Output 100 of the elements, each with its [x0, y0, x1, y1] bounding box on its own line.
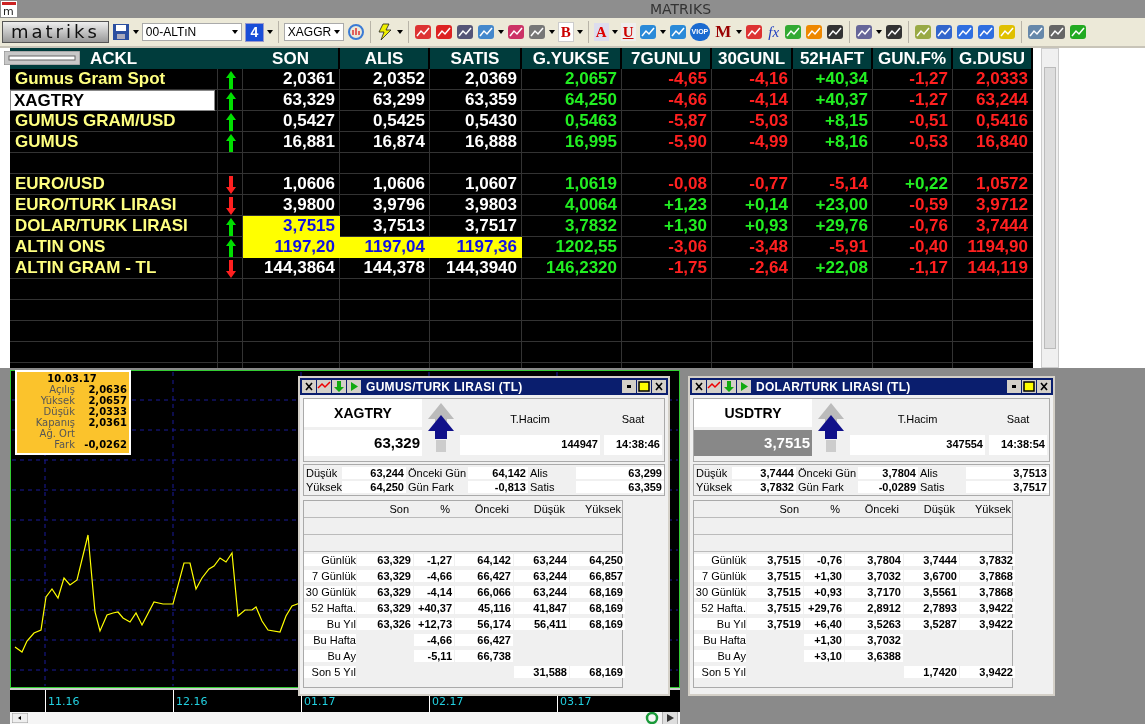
close-icon[interactable]	[692, 380, 706, 393]
table-cell-text: 16,881	[282, 132, 336, 153]
symbol-input[interactable]: XAGTRY	[10, 90, 215, 111]
axis-label: 11.16	[48, 695, 80, 708]
tooltip-label: Ağ. Ort	[39, 428, 75, 439]
caret-icon[interactable]	[659, 30, 666, 34]
caret-icon[interactable]	[396, 30, 403, 34]
symbol-name[interactable]: Gumus Gram Spot	[10, 69, 218, 90]
table-cell-text: 3,7513	[372, 216, 426, 237]
column-header[interactable]: ALIS	[340, 48, 430, 69]
table-cell-text: 1,0606	[282, 174, 336, 195]
line-chart-icon[interactable]	[413, 23, 432, 41]
period-label: Bu Ay	[304, 650, 356, 662]
table-cell: 3,7832	[960, 554, 1015, 566]
symbol-name[interactable]: EURO/TURK LIRASI	[10, 195, 218, 216]
vertical-scrollbar[interactable]	[1041, 48, 1059, 368]
time-label: Saat	[1005, 413, 1031, 427]
column-header[interactable]: 30GUNL	[712, 48, 793, 69]
toolbar-button[interactable]: U	[620, 23, 636, 41]
symbol-name[interactable]: GUMUS GRAM/USD	[10, 111, 218, 132]
symbol-name[interactable]: ALTIN ONS	[10, 237, 218, 258]
table-cell: 31,588	[514, 666, 569, 678]
close-icon[interactable]	[302, 380, 316, 393]
table-cell-text: -0,51	[908, 111, 949, 132]
column-header[interactable]: GUN.F%	[873, 48, 953, 69]
column-header[interactable]: SATIS	[430, 48, 522, 69]
table-cell-text: -3,48	[748, 237, 789, 258]
refresh-icon[interactable]	[644, 711, 660, 724]
toolbar-button[interactable]: M	[713, 23, 734, 41]
stat-value: -0,813	[468, 481, 528, 493]
page-number-button[interactable]: 4	[244, 22, 264, 42]
table-cell-text: 3,9796	[372, 195, 426, 216]
column-resize-drawing[interactable]	[4, 51, 80, 65]
caret-icon[interactable]	[576, 30, 583, 34]
column-header[interactable]: 52HAFT	[793, 48, 873, 69]
table-cell: 3,6700	[904, 570, 959, 582]
column-header[interactable]: G.DUSU	[953, 48, 1033, 69]
table-cell: 1,7420	[904, 666, 959, 678]
table-cell-text: 63,359	[464, 90, 518, 111]
list-select[interactable]: 00-ALTıN	[141, 23, 242, 41]
table-cell: +3,10	[804, 650, 844, 662]
toolbar-button[interactable]: B	[557, 22, 574, 42]
horizontal-scrollbar[interactable]	[10, 712, 680, 724]
caret-icon[interactable]	[611, 30, 618, 34]
table-cell: -4,14	[414, 586, 454, 598]
symbol-name[interactable]: ALTIN GRAM - TL	[10, 258, 218, 279]
column-header[interactable]: SON	[243, 48, 340, 69]
tooltip-value: -0,0262	[83, 439, 127, 450]
column-header: Yüksek	[583, 503, 622, 515]
minimize-icon[interactable]	[1007, 380, 1021, 393]
caret-icon[interactable]	[132, 30, 139, 34]
table-cell: 41,847	[514, 602, 569, 614]
maximize-icon[interactable]	[637, 380, 651, 393]
toolbar-button[interactable]: A	[593, 23, 609, 41]
maximize-icon[interactable]	[1022, 380, 1036, 393]
table-cell-text: -4,66	[667, 90, 708, 111]
symbol-name[interactable]: EURO/USD	[10, 174, 218, 195]
period-label: Günlük	[694, 554, 746, 566]
table-cell-text: +29,76	[814, 216, 869, 237]
symbol-name[interactable]: GUMUS	[10, 132, 218, 153]
save-icon[interactable]	[111, 23, 130, 41]
table-cell: 2,7893	[904, 602, 959, 614]
window-title: DOLAR/TURK LIRASI (TL)	[756, 379, 911, 394]
table-cell: +1,30	[804, 570, 844, 582]
app-logo[interactable]: matriks	[2, 21, 109, 43]
caret-icon[interactable]	[266, 30, 273, 34]
axis-label: 03.17	[560, 695, 592, 708]
line-chart-icon[interactable]	[745, 23, 764, 41]
toolbar-button[interactable]: fx	[766, 23, 782, 41]
caret-icon[interactable]	[548, 30, 555, 34]
scroll-left-icon[interactable]	[12, 713, 28, 723]
symbol-select[interactable]: XAGGR	[283, 23, 344, 41]
column-header[interactable]: G.YUKSE	[522, 48, 622, 69]
table-cell: 3,7515	[747, 602, 803, 614]
table-cell-text: 1,0607	[464, 174, 518, 195]
search-icon[interactable]	[346, 23, 365, 41]
caret-icon[interactable]	[736, 30, 743, 34]
symbol-name[interactable]: DOLAR/TURK LIRASI	[10, 216, 218, 237]
table-cell-text: +1,23	[663, 195, 708, 216]
tooltip-value: 2,0333	[87, 406, 127, 417]
table-cell-text: 16,840	[975, 132, 1029, 153]
period-label: Bu Hafta	[304, 634, 356, 646]
table-cell: 63,329	[357, 602, 413, 614]
caret-icon[interactable]	[876, 30, 883, 34]
table-cell-text: +22,08	[814, 258, 869, 279]
caret-icon[interactable]	[497, 30, 504, 34]
close-icon[interactable]	[652, 380, 666, 393]
minimize-icon[interactable]	[622, 380, 636, 393]
table-cell: 3,7515	[747, 586, 803, 598]
column-header[interactable]: 7GUNLU	[622, 48, 712, 69]
column-header: Önceki	[473, 503, 510, 515]
table-cell-text: 0,5427	[282, 111, 336, 132]
lightning-icon[interactable]	[375, 23, 394, 41]
caret-icon	[231, 30, 238, 34]
stat-value: 64,142	[468, 467, 528, 479]
table-cell-text: 2,0333	[975, 69, 1029, 90]
table-cell-text: 0,5463	[564, 111, 618, 132]
close-icon[interactable]	[1037, 380, 1051, 393]
axis-label: 12.16	[176, 695, 208, 708]
column-header[interactable]: ACKL	[90, 48, 138, 69]
